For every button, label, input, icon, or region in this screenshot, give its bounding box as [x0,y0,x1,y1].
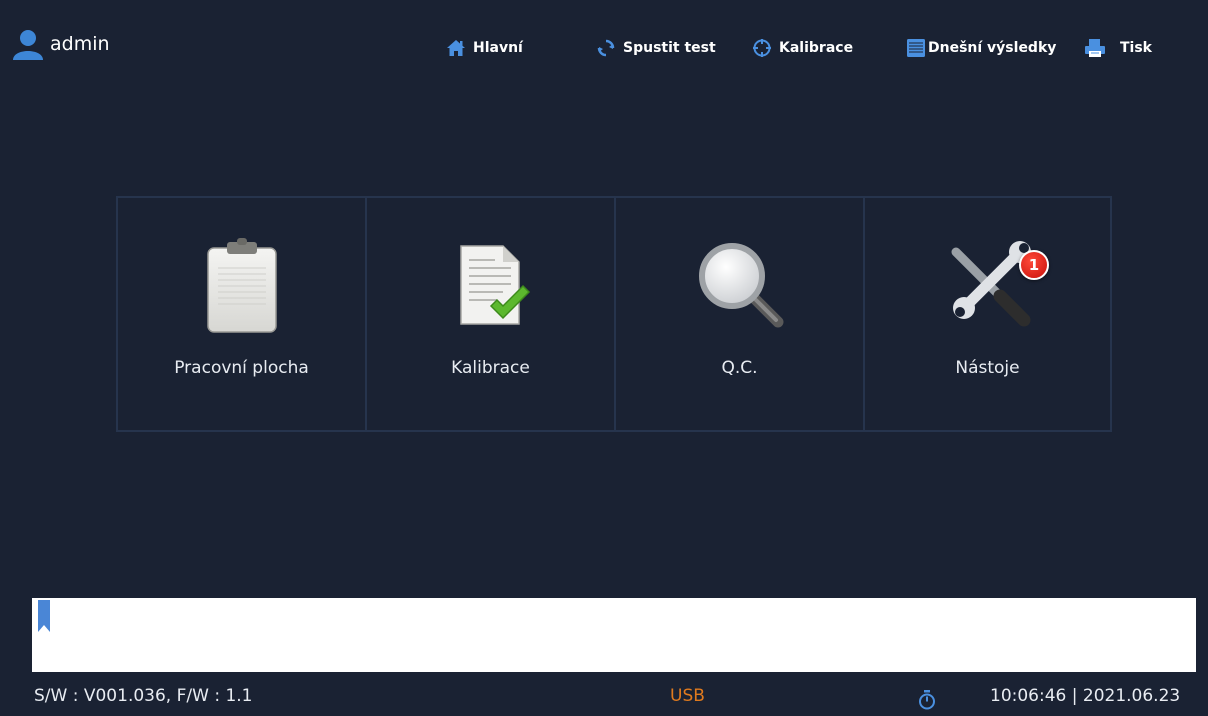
magnifier-icon [698,243,783,328]
bookmark-icon [38,600,50,632]
tile-qc[interactable]: Q.C. [614,198,863,430]
tools-icon [951,241,1031,327]
tile-tools[interactable]: 1 Nástoje [863,198,1112,430]
list-icon [907,39,925,57]
timer-icon [919,690,935,710]
notification-badge: 1 [1019,250,1049,280]
main-menu-grid: Pracovní plocha Kalibrace Q.C. 1 Nástoje [116,196,1112,432]
user-name: admin [50,33,110,55]
crosshair-icon [753,39,771,57]
tile-calibration[interactable]: Kalibrace [365,198,614,430]
tile-qc-label: Q.C. [721,358,758,378]
version-info: S/W : V001.036, F/W : 1.1 [34,686,253,706]
tile-tools-label: Nástoje [955,358,1020,378]
user-icon [13,30,43,60]
nav-calibration[interactable]: Kalibrace [752,38,853,58]
usb-status: USB [670,686,705,706]
tile-workspace[interactable]: Pracovní plocha [116,198,365,430]
nav-home-label: Hlavní [473,40,523,56]
top-bar: admin Hlavní Spustit test Kalibrace Dneš… [0,0,1208,90]
home-icon [447,40,465,56]
user-account[interactable]: admin [10,26,110,62]
refresh-icon [597,39,615,57]
nav-print[interactable]: Tisk [1084,38,1152,58]
nav-calibration-label: Kalibrace [779,40,854,56]
nav-run-test-label: Spustit test [623,40,716,56]
nav-run-test[interactable]: Spustit test [596,38,716,58]
datetime: 10:06:46 | 2021.06.23 [990,686,1181,706]
document-check-icon [459,245,530,325]
nav-print-label: Tisk [1120,40,1152,56]
printer-icon [1085,39,1105,57]
nav-todays-results[interactable]: Dnešní výsledky [906,38,1056,58]
nav-todays-results-label: Dnešní výsledky [928,40,1057,56]
clipboard-icon [206,238,277,333]
tile-calibration-label: Kalibrace [451,358,530,378]
nav-home[interactable]: Hlavní [446,38,523,58]
tile-workspace-label: Pracovní plocha [174,358,309,378]
message-bar [32,598,1196,672]
